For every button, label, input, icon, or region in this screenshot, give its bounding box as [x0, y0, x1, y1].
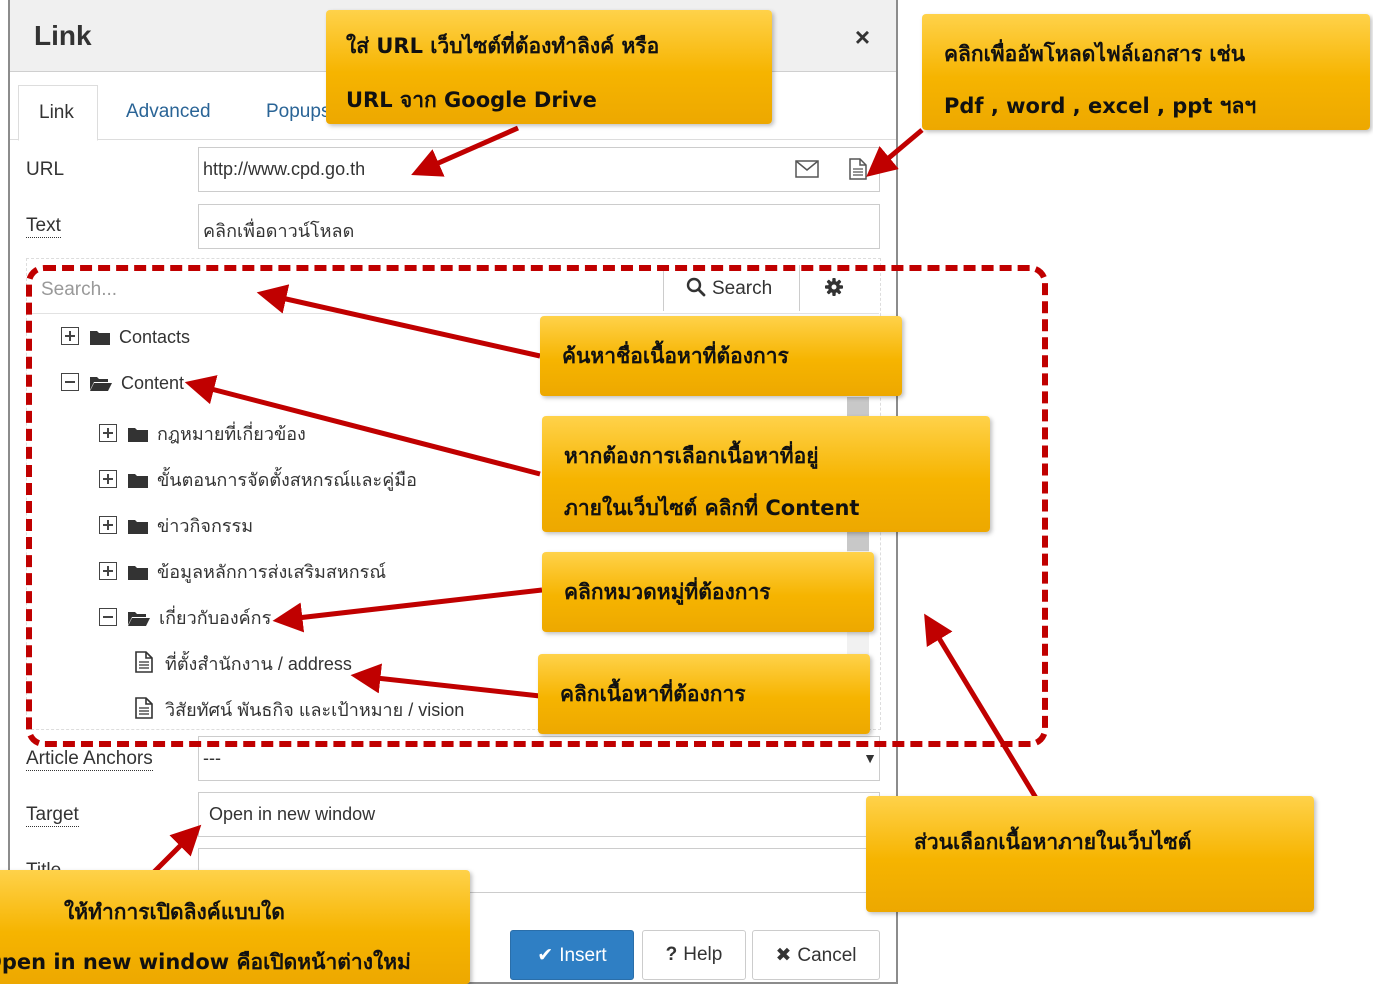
tab-advanced[interactable]: Advanced [106, 85, 231, 141]
help-button[interactable]: ? Help [642, 930, 746, 980]
chevron-down-icon: ▼ [863, 750, 877, 766]
callout-article: คลิกเนื้อหาที่ต้องการ [538, 654, 870, 734]
callout-section: ส่วนเลือกเนื้อหาภายในเว็บไซต์ [866, 796, 1314, 912]
insert-button[interactable]: ✔ Insert [510, 930, 634, 980]
url-field[interactable]: http://www.cpd.go.th [198, 147, 880, 192]
cancel-button[interactable]: ✖ Cancel [752, 930, 880, 980]
file-icon[interactable] [849, 158, 867, 185]
callout-target: ให้ทำการเปิดลิงค์แบบใด Open in new windo… [0, 870, 470, 984]
target-label: Target [26, 804, 79, 827]
close-icon: ✖ [775, 945, 792, 966]
callout-search: ค้นหาชื่อเนื้อหาที่ต้องการ [540, 316, 902, 396]
text-label: Text [26, 215, 61, 238]
check-icon: ✔ [537, 945, 554, 966]
cancel-button-label: Cancel [797, 945, 857, 966]
close-button[interactable]: × [855, 24, 870, 50]
question-icon: ? [665, 944, 678, 965]
target-value: Open in new window [209, 804, 376, 824]
text-field[interactable]: คลิกเพื่อดาวน์โหลด [198, 204, 880, 249]
envelope-icon[interactable] [795, 160, 819, 183]
url-label: URL [26, 159, 65, 180]
callout-url: ใส่ URL เว็บไซต์ที่ต้องทำลิงค์ หรือ URL … [326, 10, 772, 124]
target-select[interactable]: Open in new window ▼ [198, 792, 880, 837]
callout-upload: คลิกเพื่ออัพโหลดไฟล์เอกสาร เช่น Pdf , wo… [922, 14, 1370, 130]
insert-button-label: Insert [559, 945, 607, 966]
tab-link[interactable]: Link [18, 85, 98, 141]
dialog-title: Link [34, 20, 92, 51]
url-value: http://www.cpd.go.th [203, 159, 366, 179]
callout-content: หากต้องการเลือกเนื้อหาที่อยู่ ภายในเว็บไ… [542, 416, 990, 532]
callout-category: คลิกหมวดหมู่ที่ต้องการ [542, 552, 874, 632]
anchors-label: Article Anchors [26, 748, 153, 771]
help-button-label: Help [683, 944, 723, 965]
anchors-value: --- [203, 748, 221, 768]
